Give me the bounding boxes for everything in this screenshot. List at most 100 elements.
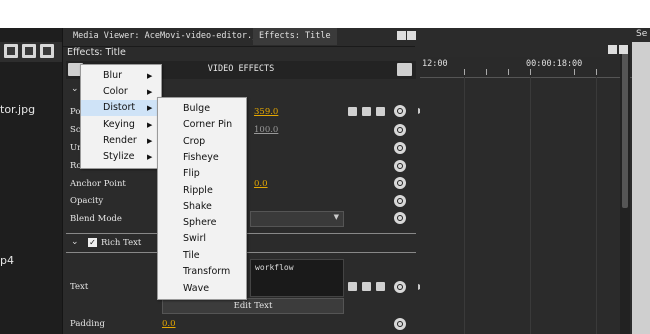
menu-item-blur[interactable]: Blur ▶ <box>81 68 161 84</box>
submenu-item-tile[interactable]: Tile <box>158 248 246 264</box>
menu-item-keying[interactable]: Keying ▶ <box>81 117 161 133</box>
tab-media-viewer[interactable]: Media Viewer: AceMovi-video-editor.jpg <box>67 28 273 45</box>
submenu-item-label: Transform <box>183 266 231 277</box>
prop-scale-label: Sc <box>70 125 81 135</box>
list-view-icon[interactable] <box>4 44 18 58</box>
prop-anchor-label: Anchor Point <box>70 179 126 189</box>
reset-icon[interactable] <box>394 195 406 207</box>
text-label: Text <box>70 282 89 292</box>
scrollbar-thumb[interactable] <box>622 48 628 208</box>
submenu-item-label: Ripple <box>183 185 213 196</box>
file-item[interactable]: p4 <box>0 254 14 267</box>
submenu-item-label: Corner Pin <box>183 119 233 130</box>
prev-keyframe-icon[interactable] <box>348 282 357 291</box>
menu-item-label: Distort <box>103 102 136 113</box>
file-item[interactable]: tor.jpg <box>0 103 35 116</box>
distort-submenu: Bulge Corner Pin Crop Fisheye Flip Rippl… <box>157 97 247 300</box>
reset-icon[interactable] <box>394 212 406 224</box>
submenu-item-label: Crop <box>183 136 206 147</box>
reset-icon[interactable] <box>394 105 406 117</box>
project-toolbar <box>0 42 62 62</box>
submenu-arrow-icon: ▶ <box>147 72 153 80</box>
blend-mode-select[interactable]: ▼ <box>250 211 344 227</box>
next-keyframe-icon[interactable] <box>376 107 385 116</box>
submenu-item-crop[interactable]: Crop <box>158 134 246 150</box>
submenu-item-sphere[interactable]: Sphere <box>158 215 246 231</box>
timeline-ruler[interactable]: 12:00 00:00:18:00 <box>420 57 632 78</box>
reset-icon[interactable] <box>394 160 406 172</box>
add-keyframe-icon[interactable] <box>362 107 371 116</box>
menu-item-stylize[interactable]: Stylize ▶ <box>81 149 161 165</box>
submenu-item-fisheye[interactable]: Fisheye <box>158 150 246 166</box>
ruler-tick <box>464 69 465 75</box>
edit-text-button[interactable]: Edit Text <box>162 298 344 314</box>
padding-label: Padding <box>70 319 105 329</box>
menu-item-label: Color <box>103 86 128 97</box>
submenu-arrow-icon: ▶ <box>147 104 153 112</box>
submenu-arrow-icon: ▶ <box>147 88 153 96</box>
add-keyframe-icon[interactable] <box>362 282 371 291</box>
prop-position-label: Po <box>70 107 81 117</box>
submenu-item-ripple[interactable]: Ripple <box>158 183 246 199</box>
reset-icon[interactable] <box>394 177 406 189</box>
padding-value[interactable]: 0.0 <box>162 319 176 329</box>
submenu-item-bulge[interactable]: Bulge <box>158 101 246 117</box>
chevron-down-icon[interactable]: ⌄ <box>71 237 79 247</box>
menu-item-label: Render <box>103 135 137 146</box>
grid-view-icon[interactable] <box>22 44 36 58</box>
panel-float-icon[interactable] <box>619 45 628 54</box>
panel-close-icon[interactable] <box>608 45 617 54</box>
submenu-item-swirl[interactable]: Swirl <box>158 231 246 247</box>
panel-float-icon[interactable] <box>407 31 416 40</box>
reset-icon[interactable] <box>394 281 406 293</box>
prop-scale-value[interactable]: 100.0 <box>254 125 278 135</box>
ruler-tick <box>530 69 531 75</box>
section-title: Rich Text <box>101 238 142 248</box>
menu-item-render[interactable]: Render ▶ <box>81 133 161 149</box>
right-panel-label: Se <box>636 29 648 39</box>
next-keyframe-icon[interactable] <box>376 282 385 291</box>
ruler-tick <box>508 69 509 75</box>
reset-icon[interactable] <box>394 142 406 154</box>
submenu-item-label: Bulge <box>183 103 211 114</box>
panel-title: Effects: Title <box>67 47 126 58</box>
submenu-item-shake[interactable]: Shake <box>158 199 246 215</box>
submenu-item-label: Swirl <box>183 233 206 244</box>
tab-effects[interactable]: Effects: Title <box>253 28 337 45</box>
prop-blend-label: Blend Mode <box>70 214 122 224</box>
submenu-item-label: Tile <box>183 250 200 261</box>
effects-category-menu: Blur ▶ Color ▶ Distort ▶ Keying ▶ Render… <box>80 64 162 169</box>
text-input[interactable]: workflow <box>250 259 344 297</box>
right-panel-header: Se <box>632 28 650 42</box>
submenu-item-label: Shake <box>183 201 212 212</box>
right-panel <box>632 28 650 334</box>
timeline-column-line <box>530 77 531 334</box>
timeline-column-line <box>464 77 465 334</box>
prop-position-value[interactable]: 359.0 <box>254 107 278 117</box>
timeline-column-line <box>596 77 597 334</box>
prop-opacity-label: Opacity <box>70 196 104 206</box>
chevron-down-icon: ▼ <box>333 213 339 221</box>
submenu-item-label: Flip <box>183 168 200 179</box>
submenu-item-transform[interactable]: Transform <box>158 264 246 280</box>
menu-item-label: Keying <box>103 119 135 130</box>
submenu-item-corner-pin[interactable]: Corner Pin <box>158 117 246 133</box>
panel-close-icon[interactable] <box>397 31 406 40</box>
menu-item-distort[interactable]: Distort ▶ <box>81 100 161 116</box>
submenu-item-flip[interactable]: Flip <box>158 166 246 182</box>
reset-icon[interactable] <box>394 124 406 136</box>
reset-icon[interactable] <box>394 318 406 330</box>
chevron-down-icon[interactable]: ⌄ <box>71 84 79 94</box>
submenu-item-label: Fisheye <box>183 152 219 163</box>
tab-bar: Media Viewer: AceMovi-video-editor.jpg E… <box>63 28 415 47</box>
prev-keyframe-icon[interactable] <box>348 107 357 116</box>
remove-effect-icon[interactable] <box>397 63 412 76</box>
prop-anchor-value[interactable]: 0.0 <box>254 179 268 189</box>
submenu-item-wave[interactable]: Wave <box>158 281 246 297</box>
details-view-icon[interactable] <box>40 44 54 58</box>
menu-item-color[interactable]: Color ▶ <box>81 84 161 100</box>
time-label: 00:00:18:00 <box>526 59 583 69</box>
text-input-value: workflow <box>255 263 294 272</box>
submenu-item-label: Wave <box>183 283 210 294</box>
rich-text-checkbox[interactable]: ✓ <box>88 238 97 247</box>
